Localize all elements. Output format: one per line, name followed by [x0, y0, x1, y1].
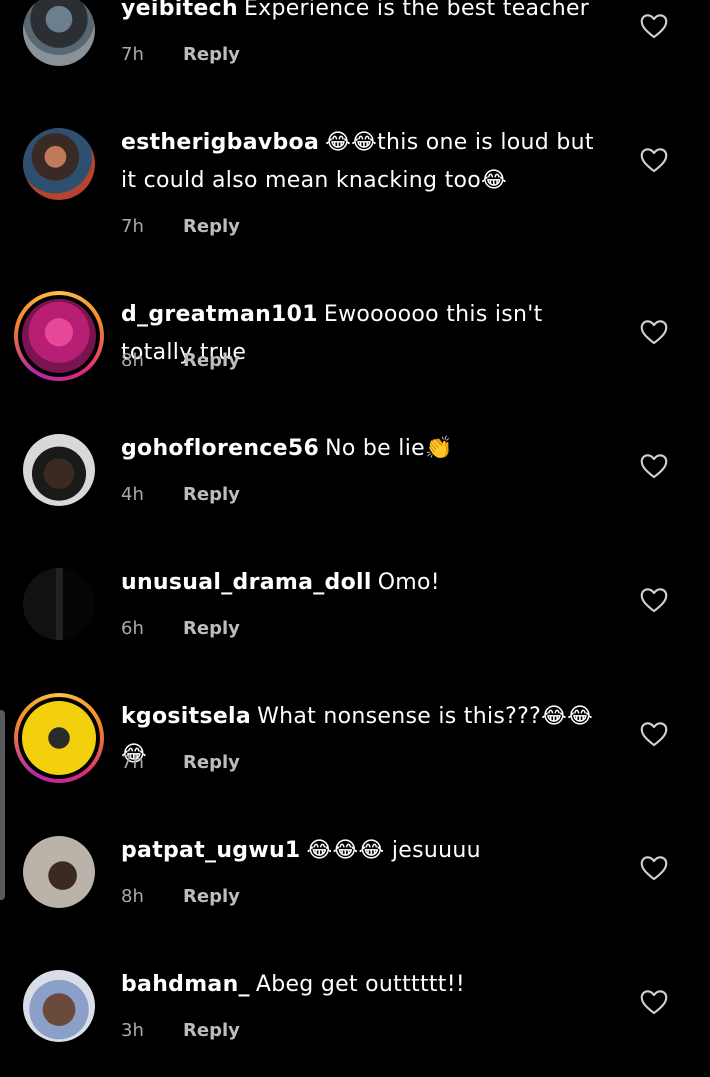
reply-button[interactable]: Reply [183, 885, 240, 909]
heart-outline-icon[interactable] [640, 721, 668, 747]
heart-outline-icon[interactable] [640, 587, 668, 613]
heart-outline-icon[interactable] [640, 13, 668, 39]
heart-outline-icon[interactable] [640, 147, 668, 173]
heart-outline-icon[interactable] [640, 855, 668, 881]
comment-time: 3h [121, 1020, 144, 1041]
reply-button[interactable]: Reply [183, 215, 240, 239]
reply-button[interactable]: Reply [183, 349, 240, 373]
avatar[interactable] [14, 291, 104, 381]
heart-outline-icon[interactable] [640, 989, 668, 1015]
reply-button[interactable]: Reply [183, 1019, 240, 1043]
avatar[interactable] [23, 836, 95, 908]
comment-text: 😂😂😂 jesuuuu [306, 838, 481, 863]
heart-outline-icon[interactable] [640, 453, 668, 479]
avatar[interactable] [23, 434, 95, 506]
reply-button[interactable]: Reply [183, 43, 240, 67]
avatar[interactable] [14, 693, 104, 783]
comment-time: 8h [121, 350, 144, 371]
comment-text: Abeg get outttttt!! [255, 972, 465, 997]
avatar[interactable] [23, 970, 95, 1042]
avatar[interactable] [23, 128, 95, 200]
heart-outline-icon[interactable] [640, 319, 668, 345]
edge-panel-handle[interactable] [0, 710, 5, 900]
reply-button[interactable]: Reply [183, 751, 240, 775]
comment-username[interactable]: estherigbavboa [121, 130, 319, 155]
comment-username[interactable]: unusual_drama_doll [121, 570, 372, 595]
comment-text: Omo! [377, 570, 440, 595]
comment-time: 7h [121, 44, 144, 65]
comment-time: 6h [121, 618, 144, 639]
comment-time: 7h [121, 752, 144, 773]
comment-username[interactable]: d_greatman101 [121, 302, 318, 327]
avatar[interactable] [23, 568, 95, 640]
comment-time: 8h [121, 886, 144, 907]
reply-button[interactable]: Reply [183, 617, 240, 641]
comment-username[interactable]: gohoflorence56 [121, 436, 319, 461]
comment-text: Experience is the best teacher [243, 0, 590, 21]
comment-username[interactable]: kgositsela [121, 704, 251, 729]
comment-username[interactable]: patpat_ugwu1 [121, 838, 301, 863]
comment-username[interactable]: bahdman_ [121, 972, 250, 997]
comment-time: 4h [121, 484, 144, 505]
comment-text: No be lie👏 [325, 436, 453, 461]
comment-time: 7h [121, 216, 144, 237]
reply-button[interactable]: Reply [183, 483, 240, 507]
comment-username[interactable]: yeibitech [121, 0, 238, 21]
avatar[interactable] [23, 0, 95, 66]
